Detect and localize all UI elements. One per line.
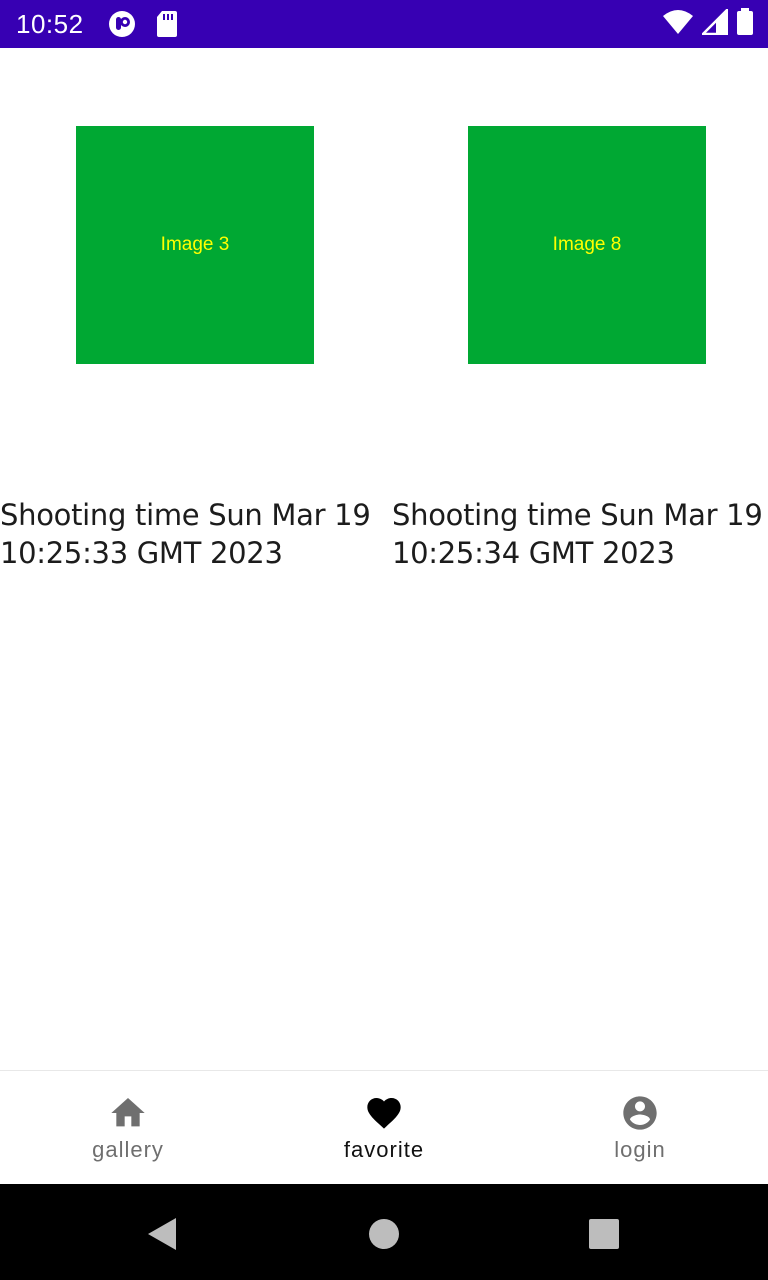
home-circle-icon[interactable]	[364, 1214, 404, 1254]
nav-item-favorite[interactable]: favorite	[256, 1071, 512, 1185]
signal-icon	[699, 6, 729, 39]
favorites-content: Image 3 Shooting time Sun Mar 19 10:25:3…	[0, 48, 768, 1070]
image-thumbnail[interactable]: Image 8	[468, 126, 706, 364]
status-time: 10:52	[16, 9, 84, 39]
image-label: Image 3	[160, 234, 230, 255]
bottom-navigation: gallery favorite login	[0, 1070, 768, 1185]
status-bar: 10:52	[0, 0, 768, 48]
shooting-time-caption: Shooting time Sun Mar 19 10:25:34 GMT 20…	[392, 498, 763, 570]
account-icon	[620, 1093, 660, 1133]
gallery-card[interactable]: Image 8 Shooting time Sun Mar 19 10:25:3…	[392, 48, 768, 608]
shooting-time-caption: Shooting time Sun Mar 19 10:25:33 GMT 20…	[0, 498, 371, 570]
sd-card-icon	[156, 10, 178, 38]
back-icon[interactable]	[142, 1214, 182, 1254]
status-left-icons	[108, 10, 178, 38]
home-icon	[108, 1093, 148, 1133]
nav-label: favorite	[343, 1137, 425, 1162]
recents-icon[interactable]	[584, 1214, 624, 1254]
gallery-card[interactable]: Image 3 Shooting time Sun Mar 19 10:25:3…	[0, 48, 384, 608]
nav-label: gallery	[92, 1137, 164, 1162]
image-label: Image 8	[552, 234, 622, 255]
pocket-icon	[108, 10, 136, 38]
nav-label: login	[614, 1137, 666, 1162]
heart-icon	[364, 1093, 404, 1133]
system-navigation-bar	[0, 1184, 768, 1280]
nav-item-gallery[interactable]: gallery	[0, 1071, 256, 1185]
battery-icon	[736, 8, 754, 40]
status-right-icons	[662, 6, 754, 40]
image-thumbnail[interactable]: Image 3	[76, 126, 314, 364]
nav-item-login[interactable]: login	[512, 1071, 768, 1185]
wifi-icon	[662, 9, 694, 39]
